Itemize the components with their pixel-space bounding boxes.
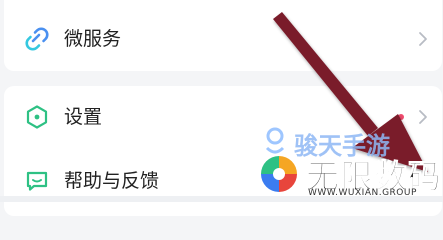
wuxian-logo-icon bbox=[259, 154, 299, 194]
watermark-sub-text: WWW.WUXIAN.GROUP bbox=[308, 188, 417, 198]
